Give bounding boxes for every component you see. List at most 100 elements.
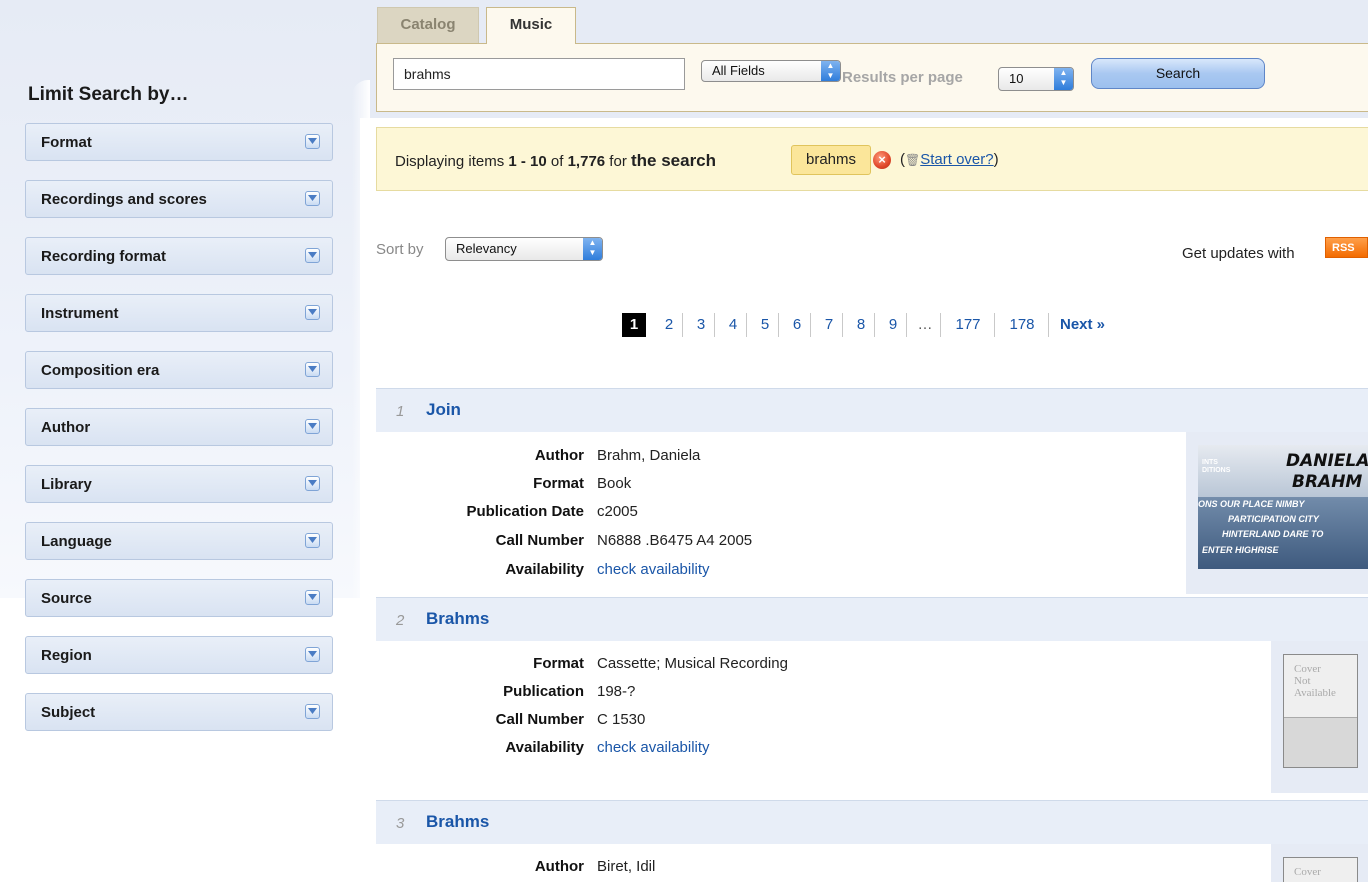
facet-label: Recordings and scores	[41, 191, 207, 208]
cover-text: HINTERLAND DARE TO	[1222, 529, 1324, 539]
sort-select[interactable]: Relevancy ▲ ▼	[445, 237, 603, 261]
result-number: 1	[396, 403, 405, 420]
summary-text: Displaying items 1 - 10 of 1,776 for the…	[395, 151, 717, 170]
page-separator	[810, 313, 811, 337]
result-title-link[interactable]: Brahms	[426, 609, 489, 629]
tab-music[interactable]: Music	[486, 7, 576, 44]
page-link[interactable]: 177	[948, 313, 988, 337]
cover-title-line2: BRAHM	[1292, 472, 1363, 492]
select-stepper-icon: ▲ ▼	[821, 61, 840, 81]
search-button[interactable]: Search	[1091, 58, 1265, 89]
rss-icon[interactable]: RSS	[1325, 237, 1368, 258]
facet-language[interactable]: Language	[25, 522, 333, 560]
page-link[interactable]: 6	[786, 313, 808, 337]
remove-query-icon[interactable]: ×	[873, 151, 891, 169]
page-link[interactable]: 5	[754, 313, 776, 337]
field-label: Call Number	[495, 711, 584, 728]
cover-placeholder-text: Cover	[1294, 866, 1321, 878]
page-link[interactable]: 4	[722, 313, 744, 337]
sort-selected: Relevancy	[456, 241, 517, 256]
result-number: 2	[396, 612, 405, 629]
facet-author[interactable]: Author	[25, 408, 333, 446]
cover-not-available-image: Cover	[1283, 857, 1358, 882]
start-over-link[interactable]: Start over?	[920, 151, 993, 168]
sidebar-title: Limit Search by…	[28, 84, 189, 105]
facet-region[interactable]: Region	[25, 636, 333, 674]
facet-label: Format	[41, 134, 92, 151]
field-value: Book	[597, 475, 632, 492]
chevron-down-icon[interactable]	[305, 704, 320, 719]
cover-corner-text: INTS DITIONS	[1202, 459, 1231, 474]
chevron-down-icon[interactable]	[305, 533, 320, 548]
result-header: 1 Join	[376, 388, 1368, 432]
facet-format[interactable]: Format	[25, 123, 333, 161]
cover-text: PARTICIPATION CITY	[1228, 514, 1319, 524]
search-input[interactable]	[393, 58, 685, 90]
chevron-down-icon[interactable]	[305, 248, 320, 263]
tab-catalog[interactable]: Catalog	[377, 7, 479, 43]
page-link[interactable]: 9	[882, 313, 904, 337]
facet-library[interactable]: Library	[25, 465, 333, 503]
result-title-link[interactable]: Brahms	[426, 812, 489, 832]
facet-label: Subject	[41, 704, 96, 721]
chevron-down-icon[interactable]	[305, 134, 320, 149]
field-value: C 1530	[597, 711, 646, 728]
cover-image[interactable]: INTS DITIONS DANIELA BRAHM ONS OUR PLACE …	[1198, 445, 1368, 569]
facet-label: Source	[41, 590, 92, 607]
page-separator	[994, 313, 995, 337]
chevron-down-icon[interactable]	[305, 362, 320, 377]
trash-icon: 🗑	[905, 153, 921, 167]
cover-not-available-image: Cover Not Available	[1283, 654, 1358, 768]
result-header: 2 Brahms	[376, 597, 1368, 641]
cover-placeholder-text: Cover Not Available	[1294, 663, 1336, 699]
summary-the-search: the search	[630, 151, 717, 170]
chevron-down-icon[interactable]	[305, 305, 320, 320]
page-link[interactable]: 2	[658, 313, 680, 337]
query-chip: brahms	[791, 145, 871, 175]
results-per-page-select[interactable]: 10 ▲ ▼	[998, 67, 1074, 91]
page-link[interactable]: 8	[850, 313, 872, 337]
chevron-down-icon[interactable]	[305, 191, 320, 206]
select-stepper-icon: ▲ ▼	[583, 238, 602, 260]
field-label: Availability	[505, 739, 584, 756]
facet-recording-format[interactable]: Recording format	[25, 237, 333, 275]
search-field-selected: All Fields	[712, 63, 765, 78]
facet-label: Instrument	[41, 305, 119, 322]
page-separator	[842, 313, 843, 337]
page-link[interactable]: 3	[690, 313, 712, 337]
facet-recordings-and-scores[interactable]: Recordings and scores	[25, 180, 333, 218]
search-field-select[interactable]: All Fields ▲ ▼	[701, 60, 841, 82]
check-availability-link[interactable]: check availability	[597, 739, 710, 756]
field-label: Author	[534, 858, 584, 875]
field-label: Format	[533, 475, 584, 492]
facet-subject[interactable]: Subject	[25, 693, 333, 731]
facet-instrument[interactable]: Instrument	[25, 294, 333, 332]
field-value: N6888 .B6475 A4 2005	[597, 532, 753, 549]
sort-label: Sort by	[376, 241, 424, 258]
page-link[interactable]: 7	[818, 313, 840, 337]
page-current: 1	[622, 313, 646, 337]
chevron-down-icon[interactable]	[305, 419, 320, 434]
results-per-page-value: 10	[1009, 71, 1024, 86]
page-separator	[940, 313, 941, 337]
cover-text: ENTER HIGHRISE	[1202, 545, 1279, 555]
result-title-link[interactable]: Join	[426, 400, 461, 420]
page-link[interactable]: 178	[1002, 313, 1042, 337]
facet-source[interactable]: Source	[25, 579, 333, 617]
field-value: c2005	[597, 503, 638, 520]
page-separator	[906, 313, 907, 337]
result-header: 3 Brahms	[376, 800, 1368, 844]
facet-label: Composition era	[41, 362, 160, 379]
facet-label: Author	[41, 419, 91, 436]
chevron-down-icon[interactable]	[305, 476, 320, 491]
field-label: Format	[533, 655, 584, 672]
start-over: (🗑Start over?)	[900, 151, 999, 168]
chevron-down-icon[interactable]	[305, 647, 320, 662]
next-page-link[interactable]: Next »	[1060, 313, 1120, 337]
check-availability-link[interactable]: check availability	[597, 561, 710, 578]
page-separator	[682, 313, 683, 337]
facet-composition-era[interactable]: Composition era	[25, 351, 333, 389]
field-label: Availability	[505, 561, 584, 578]
chevron-down-icon[interactable]	[305, 590, 320, 605]
content-edge	[352, 80, 370, 598]
